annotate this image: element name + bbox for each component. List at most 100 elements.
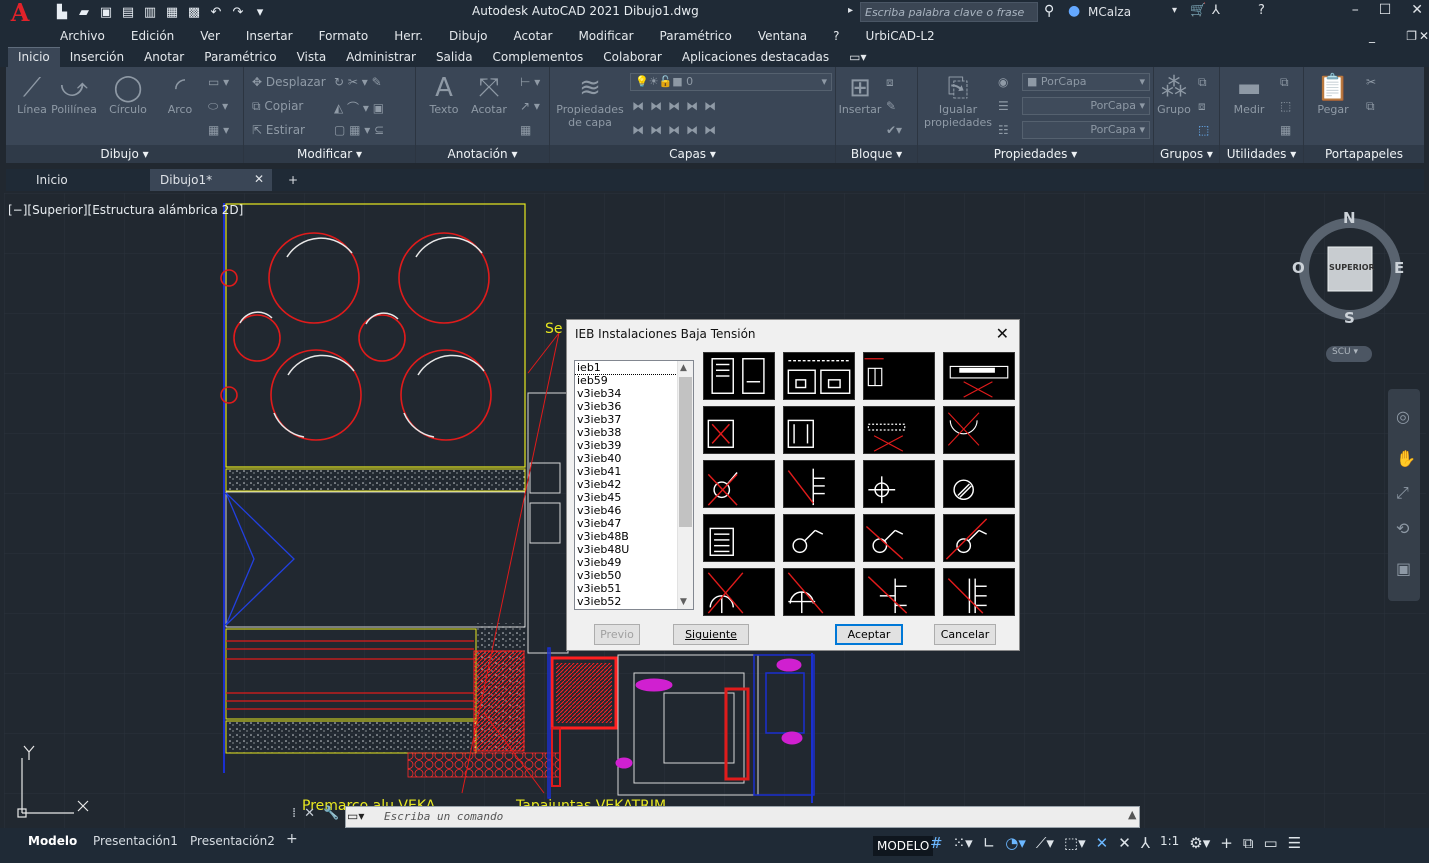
redo-icon[interactable]: ↷: [230, 5, 246, 20]
snap-icon[interactable]: ⁙▾: [953, 834, 973, 852]
menu-item[interactable]: UrbiCAD-L2: [866, 29, 935, 43]
cancel-button[interactable]: Cancelar: [934, 624, 996, 645]
new-tab-icon[interactable]: +: [278, 169, 308, 191]
lineweight-icon[interactable]: ☷: [998, 123, 1009, 137]
panel-title-draw[interactable]: Dibujo ▾: [6, 145, 243, 163]
cut-icon[interactable]: ✂: [1366, 75, 1376, 89]
doc-minimize-icon[interactable]: _: [1369, 29, 1375, 43]
autocad-logo-icon[interactable]: A: [0, 0, 40, 27]
ungroup-icon[interactable]: ⧉: [1198, 75, 1207, 90]
scale-icon[interactable]: ▢ ▦ ▾ ⊆: [334, 123, 384, 137]
scroll-up-icon[interactable]: ▲: [680, 363, 687, 373]
symbol-thumb[interactable]: [943, 460, 1015, 508]
layer-tools-row2[interactable]: ⧓⧓⧓⧓⧓: [632, 123, 722, 137]
mirror-icon[interactable]: ◭ ⌒ ▾ ▣: [334, 99, 384, 116]
symbol-thumb[interactable]: [863, 460, 935, 508]
symbol-thumb[interactable]: [943, 568, 1015, 616]
list-item[interactable]: v3ieb48U: [575, 543, 693, 556]
layout-tab-1[interactable]: Presentación1: [93, 834, 178, 848]
model-space-toggle[interactable]: MODELO: [873, 836, 934, 856]
group-tool[interactable]: ⁂ Grupo: [1154, 73, 1194, 116]
match-properties-tool[interactable]: ⎘ Igualar propiedades: [922, 73, 994, 129]
panel-title-annotation[interactable]: Anotación ▾: [416, 145, 549, 163]
hatch-icon[interactable]: ▦ ▾: [208, 123, 229, 137]
color-wheel-icon[interactable]: ◉: [998, 75, 1008, 89]
list-item[interactable]: v3ieb52: [575, 595, 693, 608]
autodesk-a360-icon[interactable]: ⅄: [1212, 3, 1220, 18]
symbol-thumb[interactable]: [863, 406, 935, 454]
dimension-tool[interactable]: ⤧ Acotar: [466, 73, 512, 116]
menu-item[interactable]: Ventana: [758, 29, 807, 43]
zoom-extents-icon[interactable]: ⤢: [1396, 483, 1409, 503]
grid-icon[interactable]: #: [930, 834, 943, 852]
accept-button[interactable]: Aceptar: [835, 624, 903, 645]
polar-icon[interactable]: ◔▾: [1005, 834, 1026, 852]
tab-complementos[interactable]: Complementos: [483, 48, 594, 67]
user-dropdown-icon[interactable]: ▾: [1172, 5, 1177, 16]
tab-anotar[interactable]: Anotar: [134, 48, 194, 67]
scroll-thumb[interactable]: [679, 377, 692, 527]
viewcube[interactable]: N S E O SUPERIOR: [1292, 209, 1406, 327]
plus-icon[interactable]: +: [1220, 834, 1233, 852]
auto-scale-icon[interactable]: ✕: [1118, 834, 1131, 852]
command-customize-icon[interactable]: 🔧: [323, 806, 339, 821]
plot-icon[interactable]: ▩: [186, 5, 202, 20]
list-item[interactable]: v3ieb49: [575, 556, 693, 569]
menu-item[interactable]: Modificar: [578, 29, 633, 43]
command-history-icon[interactable]: ▭▾: [347, 809, 364, 823]
line-tool[interactable]: ⟋ Línea: [12, 73, 52, 116]
doc-close-icon[interactable]: ✕: [1419, 29, 1429, 43]
list-item[interactable]: v3ieb38: [575, 426, 693, 439]
symbol-thumb[interactable]: [783, 514, 855, 562]
measure-tool[interactable]: ▬ Medir: [1224, 73, 1274, 116]
list-item[interactable]: v3ieb46: [575, 504, 693, 517]
menu-item[interactable]: Formato: [319, 29, 369, 43]
compass-west[interactable]: O: [1292, 259, 1305, 277]
tab-vista[interactable]: Vista: [287, 48, 337, 67]
list-item[interactable]: v3ieb50: [575, 569, 693, 582]
minimize-icon[interactable]: –: [1352, 2, 1359, 18]
symbol-thumb[interactable]: [703, 514, 775, 562]
compass-north[interactable]: N: [1343, 209, 1356, 227]
list-item[interactable]: v3ieb40: [575, 452, 693, 465]
text-tool[interactable]: A Texto: [424, 73, 464, 116]
annotation-scale-icon[interactable]: ⅄: [1141, 834, 1150, 852]
tab-inicio[interactable]: Inicio: [8, 47, 60, 67]
annotation-scale-value[interactable]: 1:1: [1160, 834, 1179, 852]
symbol-thumb[interactable]: [783, 352, 855, 400]
fullscreen-icon[interactable]: ▭: [1264, 834, 1278, 852]
compass-east[interactable]: E: [1394, 259, 1404, 277]
symbol-thumb[interactable]: [863, 514, 935, 562]
move-tool[interactable]: ✥ Desplazar: [252, 75, 326, 89]
layer-properties-tool[interactable]: ≋ Propiedades de capa: [554, 73, 626, 129]
menu-item[interactable]: Acotar: [514, 29, 553, 43]
annotation-visibility-icon[interactable]: ✕: [1096, 834, 1109, 852]
doc-restore-icon[interactable]: ❐: [1406, 29, 1417, 43]
tab-salida[interactable]: Salida: [426, 48, 483, 67]
next-button[interactable]: Siguiente: [673, 624, 749, 645]
quick-select-icon[interactable]: ⧉: [1280, 75, 1289, 90]
lineweight-dropdown[interactable]: PorCapa ▾: [1022, 121, 1150, 139]
tab-colaborar[interactable]: Colaborar: [593, 48, 672, 67]
arc-tool[interactable]: ◜ Arco: [160, 73, 200, 116]
paste-tool[interactable]: 📋 Pegar: [1308, 73, 1358, 116]
edit-block-icon[interactable]: ✎: [886, 99, 896, 113]
symbol-thumb[interactable]: [943, 352, 1015, 400]
workspace-icon[interactable]: ⧉: [1243, 834, 1254, 852]
publish-icon[interactable]: ▦: [164, 5, 180, 20]
orbit-icon[interactable]: ⟲: [1396, 519, 1409, 538]
osnap-icon[interactable]: ⬚▾: [1064, 834, 1086, 852]
new-icon[interactable]: ▙: [54, 5, 70, 20]
symbol-thumb[interactable]: [863, 352, 935, 400]
doc-tab-drawing[interactable]: Dibujo1* ✕: [150, 169, 272, 191]
menu-item[interactable]: Paramétrico: [660, 29, 732, 43]
copy-clip-icon[interactable]: ⧉: [1366, 99, 1375, 114]
ellipse-icon[interactable]: ⬭ ▾: [208, 99, 228, 114]
viewport-controls[interactable]: [−][Superior][Estructura alámbrica 2D]: [8, 203, 243, 217]
tab-insercion[interactable]: Inserción: [60, 48, 134, 67]
rotate-icon[interactable]: ↻ ✂ ▾ ✎: [334, 75, 382, 89]
calculator-icon[interactable]: ▦: [1280, 123, 1291, 137]
doc-tab-start[interactable]: Inicio: [26, 169, 150, 191]
list-item[interactable]: v3ieb34: [575, 387, 693, 400]
cart-icon[interactable]: 🛒: [1190, 3, 1206, 18]
